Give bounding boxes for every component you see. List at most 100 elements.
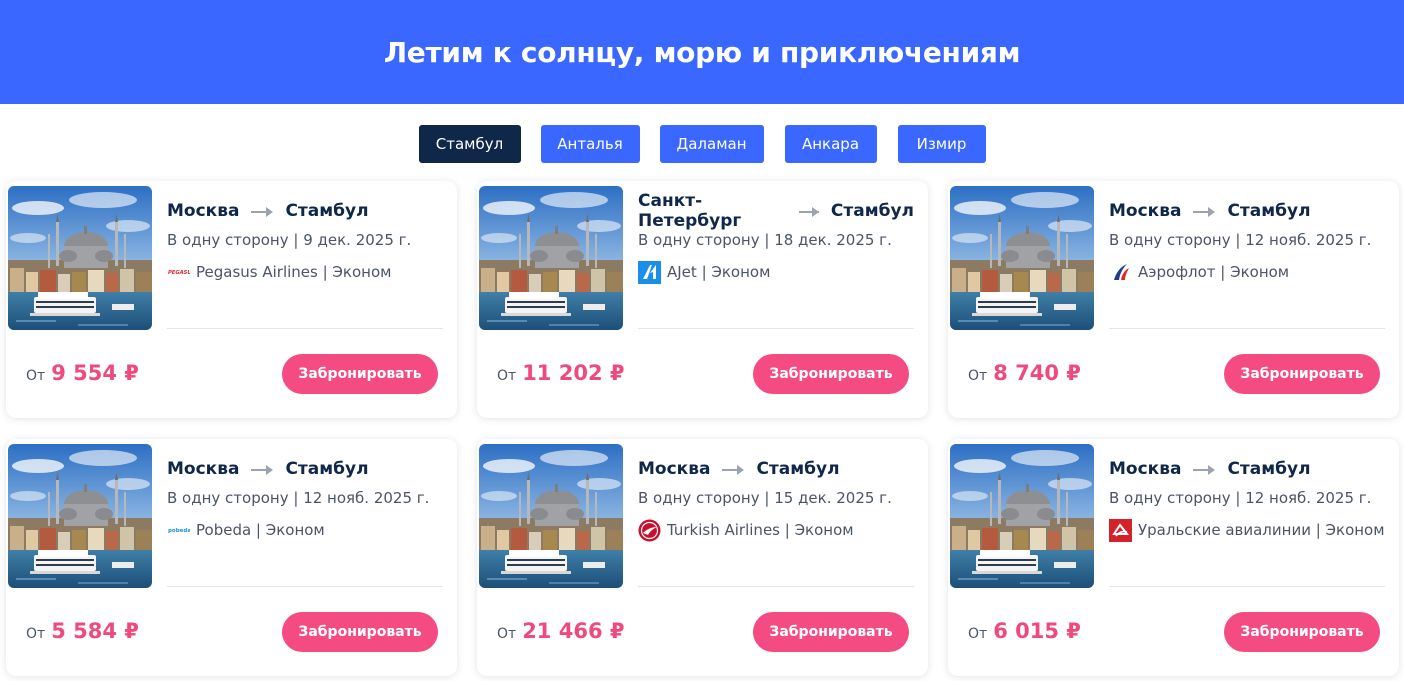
svg-text:pobeda: pobeda	[168, 528, 190, 533]
destination-city: Стамбул	[756, 459, 840, 479]
turkish-airlines-logo-icon	[638, 519, 661, 542]
tab-izmir[interactable]: Измир	[897, 125, 986, 163]
tab-ankara[interactable]: Анкара	[784, 125, 877, 163]
book-button[interactable]: Забронировать	[1224, 612, 1380, 652]
price: От 5 584 ₽	[26, 619, 139, 643]
trip-details: В одну сторону | 18 дек. 2025 г.	[638, 231, 892, 249]
tab-antalya[interactable]: Анталья	[540, 125, 640, 163]
book-button[interactable]: Забронировать	[753, 612, 909, 652]
route: Москва Стамбул	[167, 199, 443, 223]
page-title: Летим к солнцу, морю и приключениям	[383, 35, 1021, 69]
divider	[167, 328, 443, 329]
airline-label: Аэрофлот | Эконом	[1138, 263, 1290, 281]
price-prefix: От	[968, 368, 988, 384]
origin-city: Москва	[638, 459, 711, 479]
pobeda-logo-icon: pobeda	[167, 519, 190, 542]
destination-photo	[8, 186, 152, 330]
origin-city: Москва	[1109, 459, 1182, 479]
arrow-right-icon	[1193, 207, 1216, 217]
trip-details: В одну сторону | 12 нояб. 2025 г.	[1109, 231, 1372, 249]
origin-city: Санкт-Петербург	[638, 191, 742, 231]
offer-card[interactable]: Санкт-Петербург Стамбул В одну сторону |…	[477, 181, 928, 418]
destination-photo	[479, 444, 623, 588]
svg-text:PEGASUS: PEGASUS	[168, 270, 190, 276]
destination-photo	[950, 444, 1094, 588]
price-amount: 5 584 ₽	[51, 619, 139, 643]
destination-photo	[950, 186, 1094, 330]
offer-card[interactable]: Москва Стамбул В одну сторону | 12 нояб.…	[948, 181, 1399, 418]
price-amount: 9 554 ₽	[51, 361, 139, 385]
airline-info: pobeda Pobeda | Эконом	[167, 518, 443, 542]
price-prefix: От	[968, 626, 988, 642]
airline-label: Pegasus Airlines | Эконом	[196, 263, 392, 281]
ural-airlines-logo-icon	[1109, 518, 1132, 542]
route: Москва Стамбул	[638, 457, 914, 481]
price: От 9 554 ₽	[26, 361, 139, 385]
trip-details: В одну сторону | 15 дек. 2025 г.	[638, 489, 892, 507]
arrow-right-icon	[722, 465, 745, 475]
book-button[interactable]: Забронировать	[282, 612, 438, 652]
offer-card[interactable]: Москва Стамбул В одну сторону | 12 нояб.…	[948, 439, 1399, 676]
route: Москва Стамбул	[1109, 199, 1385, 223]
route: Санкт-Петербург Стамбул	[638, 191, 914, 231]
price: От 6 015 ₽	[968, 619, 1081, 643]
price: От 21 466 ₽	[497, 619, 624, 643]
book-button[interactable]: Забронировать	[1224, 354, 1380, 394]
airline-info: Turkish Airlines | Эконом	[638, 518, 914, 542]
divider	[638, 328, 914, 329]
price-amount: 21 466 ₽	[522, 619, 625, 643]
price: От 11 202 ₽	[497, 361, 624, 385]
offer-card[interactable]: Москва Стамбул В одну сторону | 12 нояб.…	[6, 439, 457, 676]
divider	[638, 586, 914, 587]
tab-istanbul[interactable]: Стамбул	[418, 125, 521, 163]
destination-city: Стамбул	[1227, 459, 1311, 479]
trip-details: В одну сторону | 12 нояб. 2025 г.	[167, 489, 430, 507]
ajet-logo-icon	[638, 260, 661, 284]
destination-city: Стамбул	[1227, 201, 1311, 221]
trip-details: В одну сторону | 9 дек. 2025 г.	[167, 231, 412, 249]
offers-grid: Москва Стамбул В одну сторону | 9 дек. 2…	[6, 181, 1399, 676]
origin-city: Москва	[167, 459, 240, 479]
tab-dalaman[interactable]: Даламан	[659, 125, 764, 163]
airline-info: Уральские авиалинии | Эконом	[1109, 518, 1385, 542]
divider	[1109, 328, 1385, 329]
book-button[interactable]: Забронировать	[753, 354, 909, 394]
price-prefix: От	[497, 626, 517, 642]
airline-info: AJet | Эконом	[638, 260, 914, 284]
arrow-right-icon	[251, 465, 274, 475]
trip-details: В одну сторону | 12 нояб. 2025 г.	[1109, 489, 1372, 507]
route: Москва Стамбул	[1109, 457, 1385, 481]
airline-info: Аэрофлот | Эконом	[1109, 260, 1385, 284]
price-prefix: От	[26, 368, 46, 384]
airline-info: PEGASUS Pegasus Airlines | Эконом	[167, 260, 443, 284]
destination-city: Стамбул	[830, 201, 914, 221]
aeroflot-logo-icon	[1109, 261, 1132, 284]
airline-label: Pobeda | Эконом	[196, 521, 325, 539]
pegasus-logo-icon: PEGASUS	[167, 261, 190, 284]
price-amount: 8 740 ₽	[993, 361, 1081, 385]
airline-label: Уральские авиалинии | Эконом	[1138, 521, 1385, 539]
arrow-right-icon	[799, 207, 819, 217]
arrow-right-icon	[1193, 465, 1216, 475]
price-prefix: От	[497, 368, 517, 384]
destination-photo	[8, 444, 152, 588]
route: Москва Стамбул	[167, 457, 443, 481]
airline-label: Turkish Airlines | Эконом	[667, 521, 854, 539]
offer-card[interactable]: Москва Стамбул В одну сторону | 15 дек. …	[477, 439, 928, 676]
arrow-right-icon	[251, 207, 274, 217]
price: От 8 740 ₽	[968, 361, 1081, 385]
origin-city: Москва	[1109, 201, 1182, 221]
book-button[interactable]: Забронировать	[282, 354, 438, 394]
airline-label: AJet | Эконом	[667, 263, 771, 281]
destination-city: Стамбул	[285, 201, 369, 221]
origin-city: Москва	[167, 201, 240, 221]
divider	[1109, 586, 1385, 587]
hero-banner: Летим к солнцу, морю и приключениям	[0, 0, 1404, 104]
price-prefix: От	[26, 626, 46, 642]
destination-city: Стамбул	[285, 459, 369, 479]
price-amount: 6 015 ₽	[993, 619, 1081, 643]
city-tabs: Стамбул Анталья Даламан Анкара Измир	[0, 125, 1404, 164]
offer-card[interactable]: Москва Стамбул В одну сторону | 9 дек. 2…	[6, 181, 457, 418]
divider	[167, 586, 443, 587]
destination-photo	[479, 186, 623, 330]
